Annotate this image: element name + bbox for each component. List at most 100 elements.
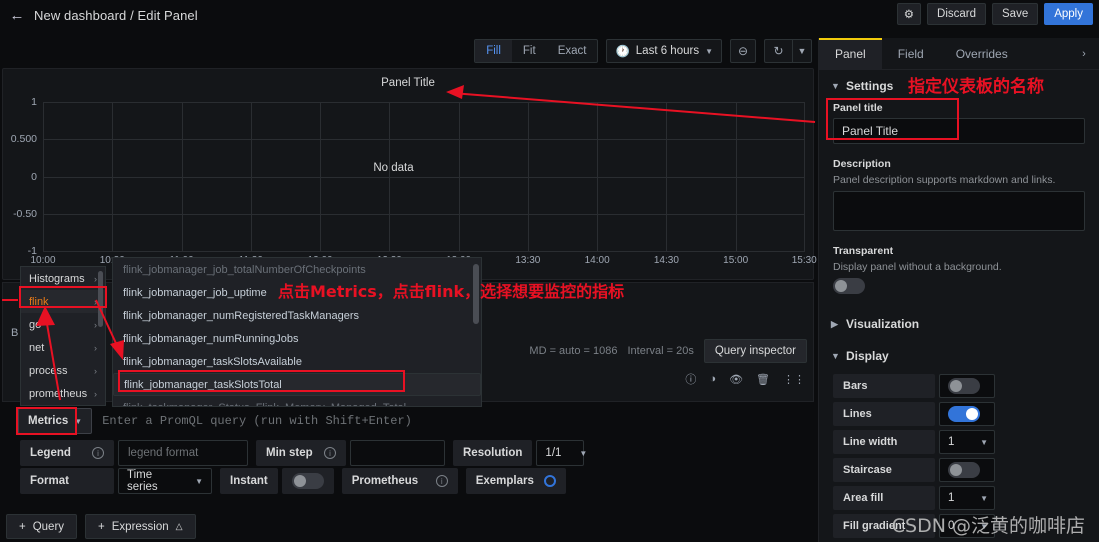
add-query-button[interactable]: + Query (6, 514, 78, 539)
eye-icon[interactable]: 👁 (729, 373, 743, 386)
chevron-down-icon: ▼ (195, 476, 203, 486)
display-option-select[interactable]: 1 ▼ (939, 430, 995, 454)
display-option-row: Line width 1 ▼ (819, 428, 1099, 456)
info-icon[interactable]: i (92, 447, 104, 459)
refresh-icon: ↻ (773, 44, 784, 58)
format-select[interactable]: Time series ▼ (118, 468, 212, 494)
prometheus-label: Prometheus (351, 475, 419, 487)
chevron-right-icon: ▶ (831, 318, 838, 329)
metric-category-item[interactable]: Histograms › (21, 267, 105, 290)
min-step-label-group: Min step i (256, 440, 346, 466)
tab-panel[interactable]: Panel (819, 38, 882, 70)
format-value: Time series (127, 469, 158, 493)
apply-button[interactable]: Apply (1044, 3, 1093, 25)
y-axis-tick: 0 (31, 170, 37, 183)
fit-mode-button[interactable]: Fit (512, 40, 547, 62)
min-step-label: Min step (266, 447, 313, 459)
chevron-down-icon: ▼ (797, 46, 807, 56)
info-icon[interactable]: i (324, 447, 336, 459)
zoom-out-button[interactable]: ⊖ (730, 39, 756, 63)
tab-field[interactable]: Field (882, 38, 940, 70)
tab-overrides[interactable]: Overrides (940, 38, 1024, 70)
exemplars-group[interactable]: Exemplars (465, 468, 566, 494)
info-icon[interactable]: i (435, 475, 448, 487)
query-editor-row-metrics: Metrics ▼ Enter a PromQL query (run with… (18, 408, 842, 434)
breadcrumb[interactable]: New dashboard / Edit Panel (34, 8, 198, 23)
query-editor-row-format: Format Time series ▼ Instant Prometheus … (20, 468, 566, 494)
resolution-select[interactable]: 1/1 ▼ (536, 440, 587, 466)
display-option-label: Bars (833, 374, 935, 398)
top-bar: ← New dashboard / Edit Panel ⚙ Discard S… (0, 0, 1099, 30)
metric-list-item[interactable]: flink_jobmanager_numRegisteredTaskManage… (113, 304, 481, 327)
fill-mode-button[interactable]: Fill (475, 40, 512, 62)
query-inspector-button[interactable]: Query inspector (703, 339, 807, 363)
query-editor-row-legend: Legend i legend format Min step i Resolu… (20, 440, 587, 466)
dropdown-scrollbar[interactable] (98, 271, 103, 327)
chevron-right-icon: › (94, 273, 97, 284)
metric-category-item[interactable]: net › (21, 336, 105, 359)
metric-list-item[interactable]: flink_jobmanager_taskSlotsAvailable (113, 350, 481, 373)
metric-list-item[interactable]: flink_jobmanager_taskSlotsTotal (113, 373, 481, 396)
display-option-toggle[interactable] (948, 406, 980, 422)
exact-mode-button[interactable]: Exact (547, 40, 598, 62)
instant-toggle[interactable] (291, 473, 324, 489)
metric-category-item[interactable]: process › (21, 359, 105, 382)
chevron-right-icon: › (94, 296, 97, 307)
chevron-right-icon[interactable]: › (1073, 38, 1095, 70)
metric-category-item[interactable]: go › (21, 313, 105, 336)
x-axis-tick: 14:00 (584, 255, 610, 266)
description-field: Description Panel description supports m… (819, 150, 1099, 237)
chevron-down-icon: ▼ (980, 437, 988, 447)
add-expression-button[interactable]: + Expression △ (85, 514, 196, 539)
settings-gear-button[interactable]: ⚙ (896, 3, 922, 25)
instant-toggle-wrap (281, 468, 334, 494)
display-option-label: Lines (833, 402, 935, 426)
plot-area[interactable]: 1 0.500 0 -0.50 -1 10:00 10:30 11:00 11:… (11, 96, 817, 266)
warning-triangle-icon: △ (175, 521, 183, 531)
metric-category-item[interactable]: prometheus › (21, 382, 105, 405)
exemplars-label: Exemplars (475, 475, 534, 487)
display-option-toggle[interactable] (948, 462, 980, 478)
visualization-section-header[interactable]: ▶ Visualization (819, 308, 1099, 340)
back-arrow-icon[interactable]: ← (0, 0, 34, 30)
gear-icon: ⚙ (903, 9, 915, 21)
display-option-select[interactable]: 1 ▼ (939, 486, 995, 510)
metric-category-label: prometheus (29, 387, 88, 400)
chevron-down-icon: ▼ (831, 81, 840, 91)
discard-button[interactable]: Discard (927, 3, 986, 25)
chevron-down-icon: ▼ (980, 493, 988, 503)
metric-category-dropdown[interactable]: Histograms › flink › go › net › process › promethe… (20, 266, 106, 406)
panel-title-input[interactable]: Panel Title (833, 118, 1085, 144)
display-option-toggle[interactable] (948, 378, 980, 394)
query-letter: B (11, 327, 19, 339)
transparent-toggle[interactable] (833, 278, 865, 294)
description-textarea[interactable] (833, 191, 1085, 231)
promql-query-input[interactable]: Enter a PromQL query (run with Shift+Ent… (102, 408, 842, 434)
annotation-panel-title-note: 指定仪表板的名称 (908, 77, 1044, 97)
time-range-picker[interactable]: 🕐 Last 6 hours ▼ (606, 39, 722, 63)
display-option-row: Bars (819, 372, 1099, 400)
drag-handle-icon[interactable]: ⋮⋮ (783, 373, 805, 386)
refresh-interval-dropdown[interactable]: ▼ (792, 39, 812, 63)
interval-text: Interval = 20s (627, 345, 694, 357)
resolution-value: 1/1 (545, 447, 562, 459)
clock-icon: 🕐 (615, 46, 630, 58)
metric-category-label: process (29, 364, 68, 377)
target-icon (543, 475, 556, 487)
metric-list-item[interactable]: flink_taskmanager_Status_Flink_Memory_Ma… (113, 396, 481, 407)
metric-list-item[interactable]: flink_jobmanager_numRunningJobs (113, 327, 481, 350)
min-step-input[interactable] (350, 440, 445, 466)
no-data-message: No data (373, 161, 414, 174)
help-icon[interactable]: ⓘ (685, 371, 696, 387)
save-button[interactable]: Save (992, 3, 1039, 25)
duplicate-icon[interactable]: ◑ (709, 373, 716, 385)
refresh-button[interactable]: ↻ (764, 39, 792, 63)
legend-label: Legend (30, 447, 71, 459)
display-section-header[interactable]: ▼ Display (819, 340, 1099, 372)
metric-category-item[interactable]: flink › (21, 290, 105, 313)
trash-icon[interactable]: 🗑 (756, 373, 770, 386)
zoom-out-icon: ⊖ (737, 44, 749, 58)
metrics-browse-button[interactable]: Metrics ▼ (18, 408, 93, 434)
y-axis-tick: -0.50 (13, 207, 37, 220)
legend-format-input[interactable]: legend format (118, 440, 248, 466)
